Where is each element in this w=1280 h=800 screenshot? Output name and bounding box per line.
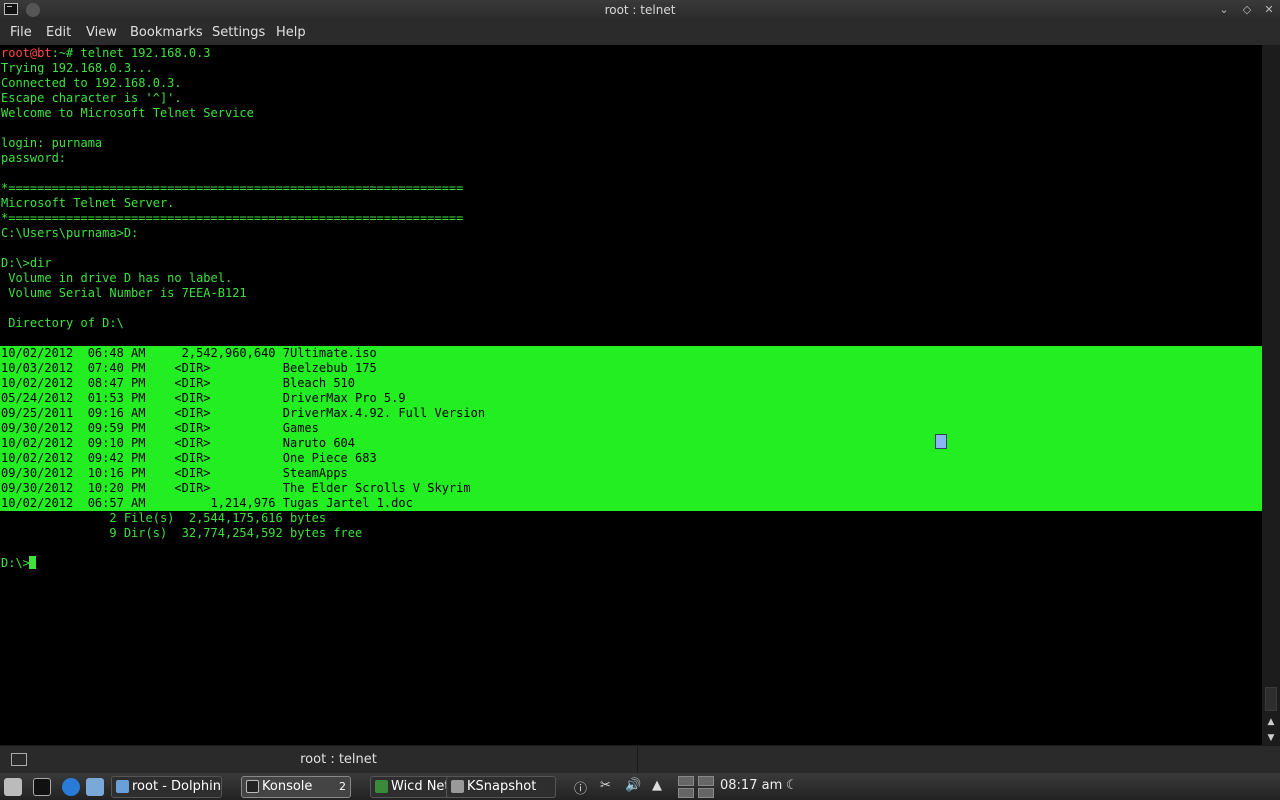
- dir-listing-row: 09/25/2011 09:16 AM <DIR> DriverMax.4.92…: [1, 406, 486, 420]
- task-dolphin-label: root - Dolphin: [132, 779, 221, 794]
- terminal-line: Welcome to Microsoft Telnet Service: [1, 106, 254, 120]
- task-dolphin[interactable]: root - Dolphin: [111, 776, 222, 798]
- dir-listing-row: 10/02/2012 08:47 PM <DIR> Bleach 510: [1, 376, 356, 390]
- ksnapshot-icon: [451, 780, 464, 793]
- terminal-prompt-line: root@bt:~# telnet 192.168.0.3: [1, 46, 211, 61]
- taskbar: root - Dolphin Konsole 2 Wicd Network...…: [0, 773, 1280, 800]
- terminal-line: login: purnama: [1, 136, 103, 150]
- moon-icon[interactable]: ☾: [786, 778, 798, 793]
- dir-listing-row: 10/02/2012 09:10 PM <DIR> Naruto 604: [1, 436, 356, 450]
- desktop-1-icon[interactable]: [678, 776, 694, 786]
- scroll-down-icon[interactable]: ▼: [1262, 731, 1280, 745]
- terminal-line: Directory of D:\: [1, 316, 124, 330]
- terminal-line: Volume in drive D has no label.: [1, 271, 233, 285]
- window-titlebar: root : telnet ⌄ ◇ ✕: [0, 0, 1280, 20]
- desktop-4-icon[interactable]: [698, 788, 714, 798]
- volume-icon[interactable]: 🔊: [625, 778, 641, 793]
- desktop-3-icon[interactable]: [678, 788, 694, 798]
- terminal-line: Trying 192.168.0.3...: [1, 61, 153, 75]
- terminal-cursor: [29, 556, 36, 569]
- task-ksnapshot[interactable]: KSnapshot: [446, 776, 556, 798]
- dolphin-icon: [116, 780, 129, 793]
- terminal-line: D:\>: [1, 556, 30, 570]
- menu-help[interactable]: Help: [276, 25, 306, 40]
- konsole-tab-bar: root : telnet: [0, 745, 1280, 774]
- task-konsole-label: Konsole: [262, 779, 313, 794]
- notifications-icon[interactable]: ▲: [652, 778, 662, 793]
- wicd-icon: [375, 780, 388, 793]
- browser-launcher-icon[interactable]: [62, 778, 80, 796]
- dir-listing-row: 10/02/2012 09:42 PM <DIR> One Piece 683: [1, 451, 377, 465]
- minimize-button[interactable]: ⌄: [1216, 2, 1232, 18]
- clipboard-icon: [935, 434, 947, 449]
- close-button[interactable]: ✕: [1261, 2, 1277, 18]
- terminal-line: password:: [1, 151, 67, 165]
- window-title: root : telnet: [604, 3, 676, 17]
- prompt-command: :~# telnet 192.168.0.3: [51, 46, 211, 60]
- terminal-line: Escape character is '^]'.: [1, 91, 182, 105]
- menu-settings[interactable]: Settings: [212, 25, 265, 40]
- terminal-output[interactable]: root@bt:~# telnet 192.168.0.3 10/02/2012…: [0, 45, 1262, 745]
- task-ksnapshot-label: KSnapshot: [467, 779, 537, 794]
- terminal-line: C:\Users\purnama>D:: [1, 226, 139, 240]
- kmenu-icon[interactable]: [4, 778, 22, 796]
- klipper-scissors-icon[interactable]: ✂: [600, 778, 611, 793]
- terminal-line: D:\>dir: [1, 256, 52, 270]
- menu-bar: File Edit View Bookmarks Settings Help: [0, 20, 1280, 45]
- terminal-line: 2 File(s) 2,544,175,616 bytes: [1, 511, 327, 525]
- clock[interactable]: 08:17 am: [720, 778, 782, 793]
- scroll-up-icon[interactable]: ▲: [1262, 715, 1280, 729]
- task-konsole-count: 2: [339, 780, 346, 793]
- dir-listing-row: 09/30/2012 09:59 PM <DIR> Games: [1, 421, 319, 435]
- menu-bookmarks[interactable]: Bookmarks: [130, 25, 203, 40]
- maximize-button[interactable]: ◇: [1239, 2, 1255, 18]
- dir-listing-row: 09/30/2012 10:20 PM <DIR> The Elder Scro…: [1, 481, 471, 495]
- menu-view[interactable]: View: [86, 25, 117, 40]
- dir-listing-row: 05/24/2012 01:53 PM <DIR> DriverMax Pro …: [1, 391, 406, 405]
- terminal-launcher-icon[interactable]: [33, 778, 51, 796]
- task-konsole[interactable]: Konsole 2: [241, 776, 351, 798]
- terminal-line: Volume Serial Number is 7EEA-B121: [1, 286, 247, 300]
- new-tab-icon[interactable]: [11, 753, 27, 766]
- terminal-line: *=======================================…: [1, 181, 464, 195]
- prompt-user: root@bt: [1, 46, 52, 60]
- selection-highlight: 10/02/2012 06:48 AM 2,542,960,640 7Ultim…: [0, 346, 1262, 511]
- tab-root-telnet[interactable]: root : telnet: [40, 746, 638, 774]
- terminal-line: *=======================================…: [1, 211, 464, 225]
- file-manager-launcher-icon[interactable]: [86, 778, 104, 796]
- dir-listing-row: 10/02/2012 06:48 AM 2,542,960,640 7Ultim…: [1, 346, 377, 360]
- dir-listing-row: 10/02/2012 06:57 AM 1,214,976 Tugas Jart…: [1, 496, 413, 510]
- dir-listing-row: 09/30/2012 10:16 PM <DIR> SteamApps: [1, 466, 348, 480]
- desktop-2-icon[interactable]: [698, 776, 714, 786]
- terminal-line: Connected to 192.168.0.3.: [1, 76, 182, 90]
- scrollbar-thumb[interactable]: [1265, 687, 1277, 711]
- terminal-line: Microsoft Telnet Server.: [1, 196, 175, 210]
- menu-file[interactable]: File: [10, 25, 32, 40]
- menu-edit[interactable]: Edit: [46, 25, 71, 40]
- terminal-scrollbar[interactable]: ▲ ▼: [1262, 45, 1280, 745]
- info-icon[interactable]: ⓘ: [574, 778, 587, 797]
- dir-listing-row: 10/03/2012 07:40 PM <DIR> Beelzebub 175: [1, 361, 377, 375]
- konsole-icon: [246, 780, 259, 793]
- terminal-line: 9 Dir(s) 32,774,254,592 bytes free: [1, 526, 363, 540]
